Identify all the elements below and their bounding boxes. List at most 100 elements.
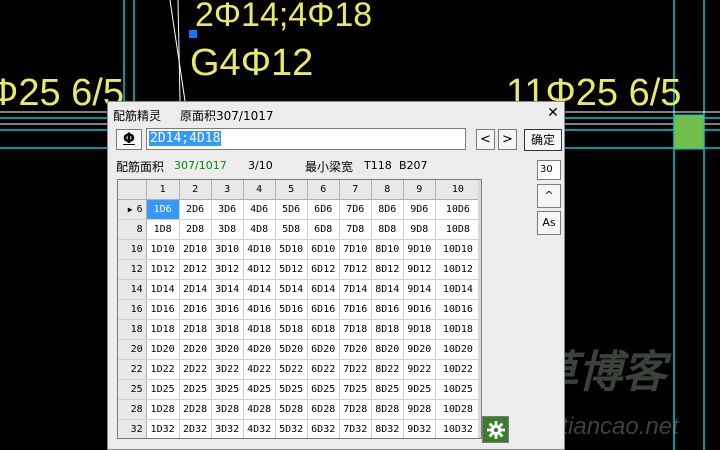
grid-cell[interactable]: 5D32 xyxy=(275,419,308,438)
grid-cell[interactable]: 5D28 xyxy=(275,399,308,420)
rebar-grid[interactable]: 1 2 3 4 5 6 7 8 9 10 ▶ 6 1D6 2D6 3D6 4D6 5D6 6D6 7D6 8D6 9D6… xyxy=(117,179,482,439)
grid-cell[interactable]: 7D20 xyxy=(339,339,372,360)
grid-cell[interactable]: 2D10 xyxy=(179,239,212,260)
grid-cell[interactable]: 10D6 xyxy=(435,199,481,220)
grid-cell[interactable]: 1D8 xyxy=(146,219,180,240)
grid-cell[interactable]: 1D32 xyxy=(146,419,180,438)
grid-cell[interactable]: 7D16 xyxy=(339,299,372,320)
grid-cell[interactable]: 10D14 xyxy=(435,279,481,300)
grid-cell[interactable]: 9D28 xyxy=(403,399,436,420)
grid-cell[interactable]: 1D12 xyxy=(146,259,180,280)
grid-cell[interactable]: 8D12 xyxy=(371,259,404,280)
grid-cell[interactable]: 3D22 xyxy=(211,359,244,380)
grid-cell[interactable]: 6D22 xyxy=(307,359,340,380)
grid-cell[interactable]: 1D10 xyxy=(146,239,180,260)
spacing-field[interactable]: 30 xyxy=(537,160,561,180)
grid-cell[interactable]: 9D22 xyxy=(403,359,436,380)
grid-cell[interactable]: 1D18 xyxy=(146,319,180,340)
grid-cell[interactable]: 8D14 xyxy=(371,279,404,300)
grid-cell[interactable]: 5D25 xyxy=(275,379,308,400)
grid-cell[interactable]: 9D20 xyxy=(403,339,436,360)
grid-cell[interactable]: 8D32 xyxy=(371,419,404,438)
settings-button[interactable] xyxy=(482,416,509,443)
grid-cell[interactable]: 8D20 xyxy=(371,339,404,360)
grid-cell[interactable]: 2D20 xyxy=(179,339,212,360)
grid-cell[interactable]: 7D18 xyxy=(339,319,372,340)
grid-cell[interactable]: 4D6 xyxy=(243,199,276,220)
grid-cell[interactable]: 10D32 xyxy=(435,419,481,438)
grid-cell[interactable]: 3D10 xyxy=(211,239,244,260)
grid-cell[interactable]: 6D14 xyxy=(307,279,340,300)
grid-cell[interactable]: 2D14 xyxy=(179,279,212,300)
grid-cell[interactable]: 5D10 xyxy=(275,239,308,260)
grid-cell[interactable]: 5D22 xyxy=(275,359,308,380)
grid-cell[interactable]: 4D18 xyxy=(243,319,276,340)
grid-cell[interactable]: 7D12 xyxy=(339,259,372,280)
grid-cell[interactable]: 5D16 xyxy=(275,299,308,320)
grid-cell[interactable]: 1D20 xyxy=(146,339,180,360)
grid-cell[interactable]: 9D6 xyxy=(403,199,436,220)
grid-cell[interactable]: 2D32 xyxy=(179,419,212,438)
grid-cell[interactable]: 9D14 xyxy=(403,279,436,300)
grid-cell[interactable]: 2D12 xyxy=(179,259,212,280)
grid-cell[interactable]: 2D22 xyxy=(179,359,212,380)
grid-cell[interactable]: 9D32 xyxy=(403,419,436,438)
grid-cell[interactable]: 3D6 xyxy=(211,199,244,220)
grid-cell[interactable]: 7D8 xyxy=(339,219,372,240)
grid-cell[interactable]: 6D32 xyxy=(307,419,340,438)
grid-cell[interactable]: 10D10 xyxy=(435,239,481,260)
next-button[interactable]: > xyxy=(498,129,517,150)
grid-cell[interactable]: 6D12 xyxy=(307,259,340,280)
ok-button[interactable]: 确定 xyxy=(524,129,562,151)
grid-cell[interactable]: 9D8 xyxy=(403,219,436,240)
grid-cell[interactable]: 3D28 xyxy=(211,399,244,420)
grid-cell[interactable]: 3D25 xyxy=(211,379,244,400)
up-button[interactable]: ^ xyxy=(537,184,561,208)
grid-cell[interactable]: 5D14 xyxy=(275,279,308,300)
dialog-titlebar[interactable]: 配筋精灵 原面积307/1017 ✕ xyxy=(108,102,564,124)
grid-cell[interactable]: 7D28 xyxy=(339,399,372,420)
grid-cell[interactable]: 10D22 xyxy=(435,359,481,380)
grid-cell[interactable]: 4D20 xyxy=(243,339,276,360)
grid-cell[interactable]: 8D25 xyxy=(371,379,404,400)
grid-cell[interactable]: 2D18 xyxy=(179,319,212,340)
grid-cell[interactable]: 4D28 xyxy=(243,399,276,420)
grid-cell[interactable]: 8D10 xyxy=(371,239,404,260)
grid-cell[interactable]: 3D8 xyxy=(211,219,244,240)
close-icon[interactable]: ✕ xyxy=(545,105,561,121)
grid-scrollbar[interactable] xyxy=(478,180,481,438)
grid-cell[interactable]: 7D32 xyxy=(339,419,372,438)
rebar-input[interactable]: 2D14;4D18 xyxy=(146,128,466,150)
grid-cell[interactable]: 10D20 xyxy=(435,339,481,360)
grid-cell[interactable]: 2D25 xyxy=(179,379,212,400)
grid-cell[interactable]: 4D16 xyxy=(243,299,276,320)
grid-cell[interactable]: 3D18 xyxy=(211,319,244,340)
grid-cell[interactable]: 4D14 xyxy=(243,279,276,300)
grid-cell[interactable]: 7D10 xyxy=(339,239,372,260)
grid-cell[interactable]: 5D18 xyxy=(275,319,308,340)
grid-cell[interactable]: 9D16 xyxy=(403,299,436,320)
grid-cell[interactable]: 4D8 xyxy=(243,219,276,240)
grid-cell[interactable]: 4D12 xyxy=(243,259,276,280)
phi-symbol-button[interactable]: Φ xyxy=(116,129,142,150)
grid-cell[interactable]: 3D20 xyxy=(211,339,244,360)
grid-cell[interactable]: 4D10 xyxy=(243,239,276,260)
grid-cell[interactable]: 10D25 xyxy=(435,379,481,400)
grid-cell[interactable]: 1D28 xyxy=(146,399,180,420)
grid-cell[interactable]: 8D8 xyxy=(371,219,404,240)
grid-cell[interactable]: 6D16 xyxy=(307,299,340,320)
grid-cell[interactable]: 6D10 xyxy=(307,239,340,260)
grid-cell[interactable]: 5D20 xyxy=(275,339,308,360)
grid-cell[interactable]: 10D16 xyxy=(435,299,481,320)
grid-cell[interactable]: 2D16 xyxy=(179,299,212,320)
grid-cell[interactable]: 3D32 xyxy=(211,419,244,438)
grid-cell[interactable]: 7D25 xyxy=(339,379,372,400)
grid-cell[interactable]: 8D18 xyxy=(371,319,404,340)
grid-cell[interactable]: 1D14 xyxy=(146,279,180,300)
grid-cell[interactable]: 2D6 xyxy=(179,199,212,220)
grid-cell[interactable]: 6D28 xyxy=(307,399,340,420)
grid-cell[interactable]: 1D22 xyxy=(146,359,180,380)
grid-cell[interactable]: 6D25 xyxy=(307,379,340,400)
grid-cell[interactable]: 7D14 xyxy=(339,279,372,300)
grid-cell[interactable]: 3D16 xyxy=(211,299,244,320)
